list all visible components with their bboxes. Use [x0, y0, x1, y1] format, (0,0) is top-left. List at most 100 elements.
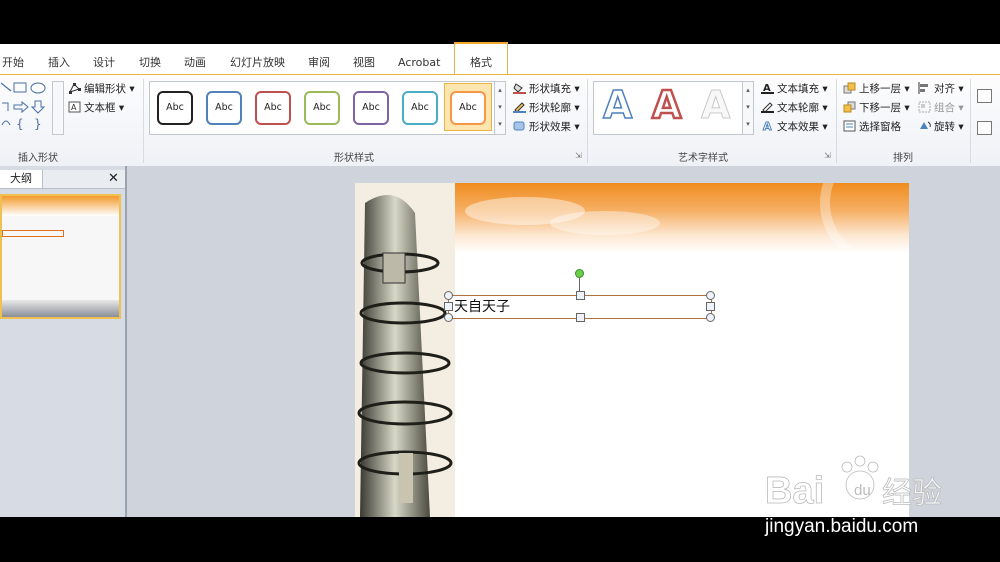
edit-shape-button[interactable]: 编辑形状 ▾ [68, 81, 135, 96]
shape-fill-button[interactable]: 形状填充 ▾ [513, 81, 580, 96]
tower-photo [355, 183, 455, 517]
text-fill-button[interactable]: A 文本填充 ▾ [761, 81, 828, 96]
svg-text:du: du [854, 482, 871, 499]
size-height-icon[interactable] [977, 89, 992, 103]
svg-text:{: { [16, 117, 24, 131]
tab-view[interactable]: 视图 [353, 44, 375, 74]
slide-thumbnail[interactable] [0, 194, 121, 319]
selection-pane-button[interactable]: 选择窗格 [843, 119, 901, 134]
group-icon [918, 101, 931, 113]
shape-effects-label: 形状效果 [529, 121, 571, 133]
svg-text:Bai: Bai [765, 470, 824, 512]
tab-transitions[interactable]: 切换 [139, 44, 161, 74]
group-label: 组合 [934, 102, 955, 114]
wordart-preset-3[interactable]: A [700, 83, 730, 128]
slides-outline-panel: 大纲 ✕ [0, 166, 126, 517]
group-divider [970, 79, 971, 163]
send-backward-button[interactable]: 下移一层 ▾ [843, 100, 910, 115]
tab-home[interactable]: 开始 [2, 44, 24, 74]
resize-handle-e[interactable] [706, 302, 715, 311]
wordart-gallery-scroll[interactable]: ▴ ▾ ▾ [742, 81, 754, 135]
edit-shape-icon [69, 83, 81, 94]
insert-shapes-group-label: 插入形状 [18, 153, 58, 164]
rotation-handle[interactable] [575, 269, 584, 278]
group-button[interactable]: 组合 ▾ [918, 100, 964, 115]
text-box-icon: A [68, 101, 81, 113]
shape-effects-icon [513, 121, 525, 131]
text-outline-label: 文本轮廓 [777, 102, 819, 114]
size-width-icon[interactable] [977, 121, 992, 135]
rotate-button[interactable]: 旋转 ▾ [918, 119, 964, 134]
wordart-preset-1[interactable]: A [602, 82, 633, 128]
text-box-label: 文本框 [84, 102, 116, 114]
tab-insert[interactable]: 插入 [48, 44, 70, 74]
bring-forward-icon [843, 82, 856, 94]
close-panel-icon[interactable]: ✕ [108, 170, 119, 188]
cloud-decoration [465, 183, 854, 248]
shape-gallery-scroll[interactable] [52, 81, 64, 135]
svg-text:}: } [34, 117, 42, 131]
resize-handle-s[interactable] [576, 313, 585, 322]
text-fill-icon: A [761, 83, 774, 94]
resize-handle-se[interactable] [706, 313, 715, 322]
arrange-group-label: 排列 [893, 153, 913, 164]
shape-styles-group-label: 形状样式 [334, 153, 374, 164]
shape-gallery[interactable]: { } [0, 81, 60, 131]
tab-animations[interactable]: 动画 [184, 44, 206, 74]
rotate-label: 旋转 [934, 121, 955, 133]
selection-pane-icon [843, 120, 856, 132]
svg-text:A: A [71, 103, 77, 112]
resize-handle-nw[interactable] [444, 291, 453, 300]
align-button[interactable]: 对齐 ▾ [918, 81, 964, 96]
paint-bucket-icon [513, 83, 526, 94]
shape-style-preset-2[interactable]: Abc [206, 91, 242, 125]
tab-format[interactable]: 格式 [454, 42, 508, 78]
dialog-launcher-icon[interactable]: ⇲ [824, 151, 831, 160]
tab-acrobat[interactable]: Acrobat [398, 44, 440, 74]
shape-fill-label: 形状填充 [529, 83, 571, 95]
thumbnail-textbox [2, 230, 64, 237]
pen-icon [513, 102, 526, 113]
panel-header: 大纲 ✕ [0, 170, 126, 189]
resize-handle-n[interactable] [576, 291, 585, 300]
shape-style-preset-5[interactable]: Abc [353, 91, 389, 125]
shape-style-preset-6[interactable]: Abc [402, 91, 438, 125]
text-box-button[interactable]: A 文本框 ▾ [68, 100, 124, 115]
shape-style-preset-7[interactable]: Abc [450, 91, 486, 125]
tab-slideshow[interactable]: 幻灯片放映 [230, 44, 285, 74]
shape-outline-label: 形状轮廓 [529, 102, 571, 114]
resize-handle-w[interactable] [444, 302, 453, 311]
text-outline-button[interactable]: 文本轮廓 ▾ [761, 100, 828, 115]
resize-handle-ne[interactable] [706, 291, 715, 300]
wordart-group-label: 艺术字样式 [678, 153, 728, 164]
align-icon [918, 82, 928, 94]
svg-text:A: A [763, 120, 772, 132]
shape-style-preset-1[interactable]: Abc [157, 91, 193, 125]
textbox-text[interactable]: 天自天子 [454, 297, 510, 317]
text-effects-button[interactable]: A 文本效果 ▾ [761, 119, 828, 134]
resize-handle-sw[interactable] [444, 313, 453, 322]
shape-style-preset-4[interactable]: Abc [304, 91, 340, 125]
send-backward-icon [843, 101, 856, 113]
baidu-jingyan-watermark-logo: Bai 经验 du [765, 455, 942, 512]
text-fill-label: 文本填充 [777, 83, 819, 95]
edit-shape-label: 编辑形状 [84, 83, 126, 95]
dialog-launcher-icon[interactable]: ⇲ [575, 151, 582, 160]
shape-style-gallery-scroll[interactable]: ▴ ▾ ▾ [494, 81, 506, 135]
tab-design[interactable]: 设计 [93, 44, 115, 74]
bring-forward-button[interactable]: 上移一层 ▾ [843, 81, 910, 96]
ribbon-tab-bar: 开始 插入 设计 切换 动画 幻灯片放映 审阅 视图 Acrobat 格式 [0, 42, 1000, 78]
tab-review[interactable]: 审阅 [308, 44, 330, 74]
outline-tab[interactable]: 大纲 [0, 170, 43, 188]
align-label: 对齐 [934, 83, 955, 95]
bring-forward-label: 上移一层 [859, 83, 901, 95]
group-divider [587, 79, 588, 163]
group-divider [836, 79, 837, 163]
shape-effects-button[interactable]: 形状效果 ▾ [513, 119, 580, 134]
thumbnail-header-band [2, 196, 119, 216]
text-effects-icon: A [763, 120, 773, 132]
wordart-preset-2[interactable]: A [651, 82, 683, 129]
shape-outline-button[interactable]: 形状轮廓 ▾ [513, 100, 580, 115]
ribbon: { } 编辑形状 ▾ A 文本框 ▾ 插入形状 Abc Abc Abc Abc A… [0, 74, 1000, 168]
shape-style-preset-3[interactable]: Abc [255, 91, 291, 125]
